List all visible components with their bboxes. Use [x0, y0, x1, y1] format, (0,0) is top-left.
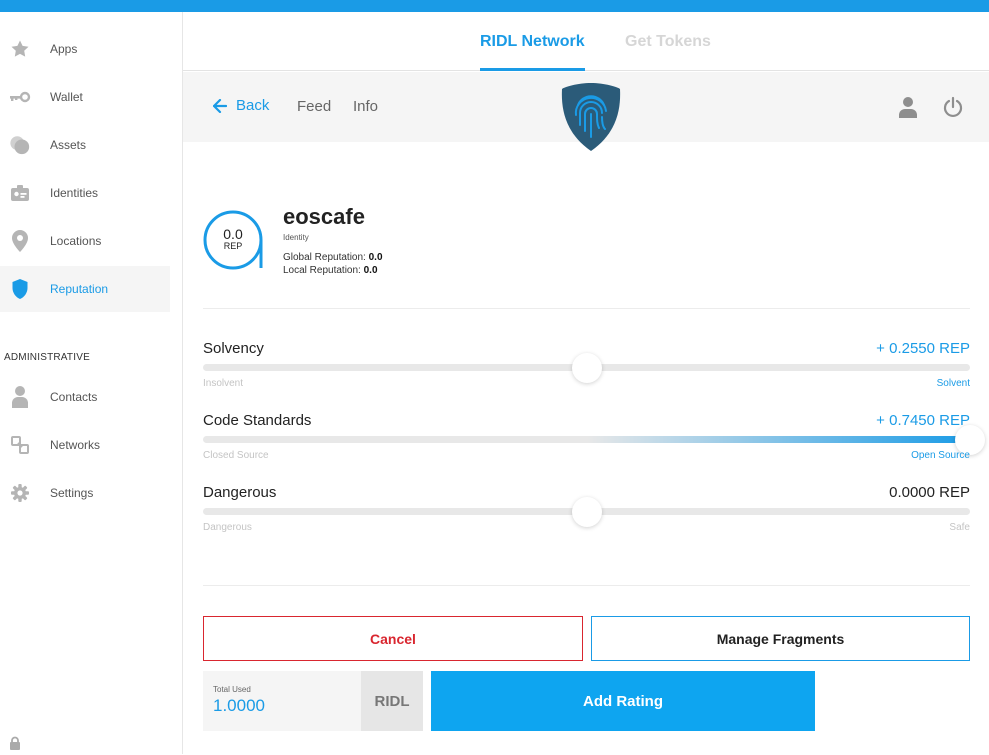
- info-link[interactable]: Info: [353, 98, 378, 115]
- location-pin-icon: [9, 230, 31, 252]
- local-reputation: Local Reputation: 0.0: [283, 265, 378, 276]
- global-reputation-label: Global Reputation:: [283, 252, 366, 263]
- tab-bar: RIDL Network Get Tokens: [183, 12, 989, 71]
- sidebar-item-label: Identities: [50, 186, 99, 200]
- sidebar-item-label: Networks: [50, 438, 101, 452]
- fragment-value: + 0.7450 REP: [876, 412, 970, 429]
- fragment-solvency: Solvency + 0.2550 REP Insolvent Solvent: [203, 340, 970, 402]
- gear-icon: [9, 482, 31, 504]
- fragment-min-label: Closed Source: [203, 450, 269, 461]
- fragment-name: Code Standards: [203, 412, 312, 429]
- tab-get-tokens[interactable]: Get Tokens: [625, 33, 711, 51]
- slider-fill: [586, 436, 970, 443]
- sidebar-item-label: Assets: [50, 138, 87, 152]
- manage-fragments-button[interactable]: Manage Fragments: [591, 616, 970, 661]
- local-reputation-value: 0.0: [363, 265, 378, 276]
- sidebar-item-apps[interactable]: Apps: [0, 26, 170, 72]
- global-reputation: Global Reputation: 0.0: [283, 252, 383, 263]
- total-used-label: Total Used: [213, 685, 251, 694]
- fragment-max-label: Safe: [949, 522, 970, 533]
- network-icon: [9, 434, 31, 456]
- fragment-value: + 0.2550 REP: [876, 340, 970, 357]
- sidebar-item-label: Reputation: [50, 282, 109, 296]
- total-used-value: 1.0000: [213, 696, 265, 715]
- sidebar-item-label: Apps: [50, 42, 78, 56]
- id-card-icon: [9, 182, 31, 204]
- sidebar-item-label: Locations: [50, 234, 102, 248]
- shield-icon: [9, 278, 31, 300]
- fragment-code-standards: Code Standards + 0.7450 REP Closed Sourc…: [203, 412, 985, 474]
- fragment-name: Dangerous: [203, 484, 277, 501]
- divider: [203, 585, 970, 586]
- fragment-value: 0.0000 REP: [889, 484, 970, 501]
- entity-name: eoscafe: [283, 204, 365, 229]
- fingerprint-shield-logo: [560, 81, 622, 153]
- sidebar-item-locations[interactable]: Locations: [0, 218, 170, 264]
- fragment-min-label: Insolvent: [203, 378, 244, 389]
- fragment-name: Solvency: [203, 340, 264, 357]
- divider: [203, 308, 970, 309]
- fragment-min-label: Dangerous: [203, 522, 252, 533]
- person-icon: [9, 386, 31, 408]
- reputation-unit: REP: [223, 241, 243, 251]
- toolbar: Back Feed Info: [183, 72, 989, 151]
- sidebar: Apps Wallet Assets Identities Locations …: [0, 12, 183, 754]
- fragment-max-label: Open Source: [911, 450, 970, 461]
- sidebar-item-label: Settings: [50, 486, 94, 500]
- power-icon[interactable]: [942, 96, 964, 118]
- cancel-button[interactable]: Cancel: [203, 616, 583, 661]
- local-reputation-label: Local Reputation:: [283, 265, 361, 276]
- coins-icon: [9, 134, 31, 156]
- sidebar-item-contacts[interactable]: Contacts: [0, 374, 170, 420]
- reputation-badge: 0.0 REP: [203, 210, 264, 271]
- slider-handle[interactable]: [571, 497, 602, 527]
- sidebar-item-assets[interactable]: Assets: [0, 122, 170, 168]
- entity-type: Identity: [283, 233, 309, 242]
- sidebar-item-settings[interactable]: Settings: [0, 470, 170, 516]
- sidebar-item-reputation[interactable]: Reputation: [0, 266, 170, 312]
- sidebar-item-networks[interactable]: Networks: [0, 422, 170, 468]
- sidebar-item-wallet[interactable]: Wallet: [0, 74, 170, 120]
- sidebar-item-label: Wallet: [50, 90, 83, 104]
- reputation-value: 0.0: [223, 226, 243, 242]
- slider-handle[interactable]: [571, 353, 602, 383]
- token-symbol: RIDL: [361, 671, 423, 731]
- fragment-max-label: Solvent: [936, 378, 970, 389]
- sidebar-item-label: Contacts: [50, 390, 98, 404]
- top-accent-bar: [0, 0, 989, 12]
- key-icon: [9, 86, 31, 108]
- fragment-dangerous: Dangerous 0.0000 REP Dangerous Safe: [203, 484, 970, 546]
- star-icon: [9, 38, 31, 60]
- feed-link[interactable]: Feed: [297, 98, 331, 115]
- active-tab-indicator: [480, 68, 585, 71]
- global-reputation-value: 0.0: [368, 252, 383, 263]
- add-rating-button[interactable]: Add Rating: [431, 671, 815, 731]
- section-title-administrative: ADMINISTRATIVE: [4, 352, 90, 363]
- back-label: Back: [236, 97, 270, 114]
- sidebar-item-identities[interactable]: Identities: [0, 170, 170, 216]
- tab-ridl-network[interactable]: RIDL Network: [480, 33, 585, 51]
- arrow-left-icon: [213, 98, 227, 113]
- user-icon[interactable]: [897, 96, 919, 118]
- lock-icon[interactable]: [8, 736, 22, 750]
- total-used-field[interactable]: Total Used 1.0000: [203, 671, 361, 731]
- back-button[interactable]: Back: [213, 97, 269, 114]
